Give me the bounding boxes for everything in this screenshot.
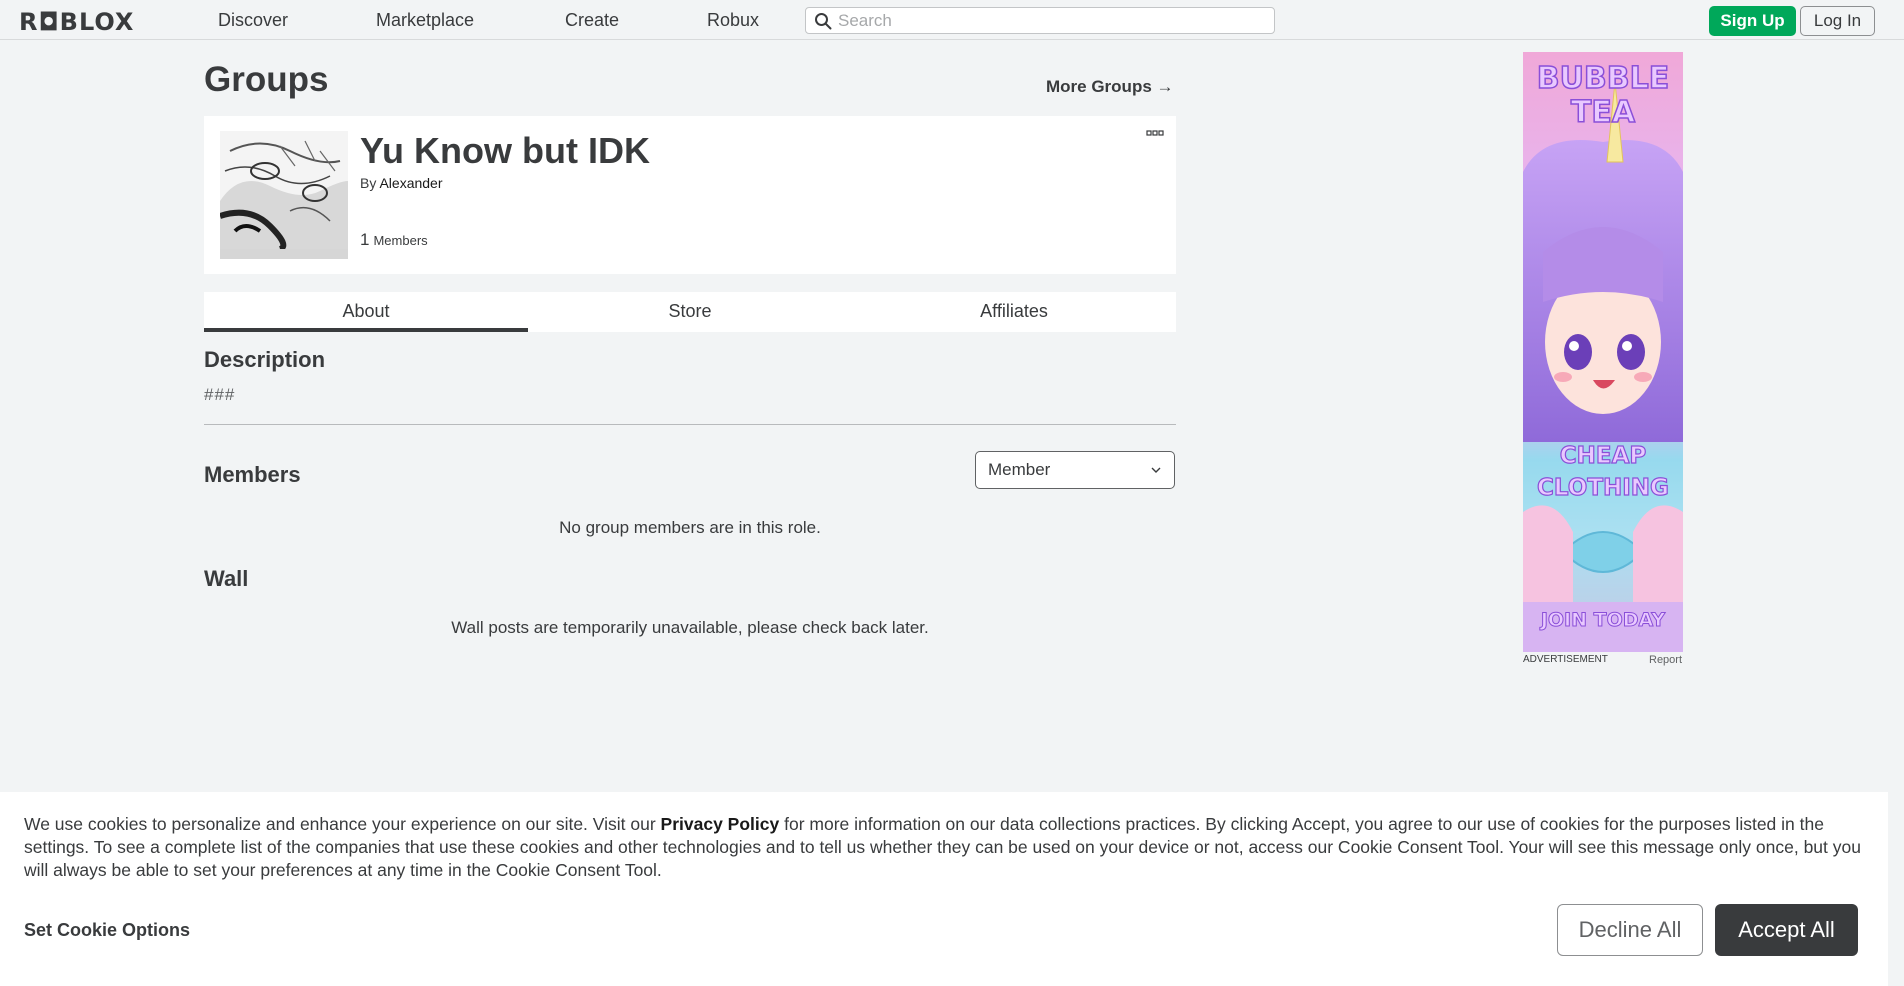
page-title: Groups: [204, 60, 329, 99]
description-heading: Description: [204, 347, 326, 372]
more-groups-label: More Groups: [1046, 77, 1152, 96]
group-owner-link[interactable]: Alexander: [379, 175, 442, 191]
cookie-consent-banner: We use cookies to personalize and enhanc…: [0, 792, 1888, 986]
arrow-right-icon: →: [1156, 77, 1174, 96]
roblox-logo[interactable]: R◘BLOX: [19, 8, 134, 36]
description-text: ###: [204, 385, 236, 404]
privacy-policy-link[interactable]: Privacy Policy: [661, 814, 780, 834]
decline-all-button[interactable]: Decline All: [1557, 904, 1703, 956]
role-dropdown-value: Member: [988, 460, 1051, 479]
log-in-button[interactable]: Log In: [1800, 6, 1875, 36]
group-emblem-image: [220, 131, 348, 259]
ad-headline: BUBBLE TEA: [1523, 61, 1683, 131]
wall-message: Wall posts are temporarily unavailable, …: [451, 618, 929, 637]
ad-headline-line1: BUBBLE: [1536, 61, 1670, 97]
accept-all-button[interactable]: Accept All: [1715, 904, 1858, 956]
advertisement-banner[interactable]: BUBBLE TEA CHEAP CLOTHING JOIN TODAY: [1523, 52, 1683, 652]
nav-marketplace[interactable]: Marketplace: [376, 10, 474, 31]
nav-create[interactable]: Create: [565, 10, 619, 31]
cookie-message: We use cookies to personalize and enhanc…: [24, 813, 1874, 882]
tab-affiliates[interactable]: Affiliates: [852, 292, 1176, 332]
members-heading: Members: [204, 462, 301, 487]
tab-about[interactable]: About: [204, 292, 528, 332]
group-tabs: About Store Affiliates: [204, 292, 1176, 332]
member-count-value: 1: [360, 230, 370, 249]
ad-subheadline: CHEAP CLOTHING: [1523, 440, 1683, 504]
set-cookie-options-link[interactable]: Set Cookie Options: [24, 920, 190, 941]
chevron-down-icon: [1151, 467, 1161, 473]
role-dropdown[interactable]: Member: [975, 451, 1175, 489]
search-icon[interactable]: [814, 12, 832, 30]
group-header-card: Yu Know but IDK By Alexander 1 Members: [204, 116, 1176, 274]
group-owner-line: By Alexander: [360, 175, 443, 191]
ad-subheadline-line1: CHEAP: [1559, 442, 1647, 469]
more-groups-link[interactable]: More Groups →: [1046, 77, 1174, 97]
ad-cta: JOIN TODAY: [1540, 609, 1666, 632]
tab-store[interactable]: Store: [528, 292, 852, 332]
ad-subheadline-line2: CLOTHING: [1536, 474, 1669, 501]
wall-heading: Wall: [204, 566, 249, 591]
search-input[interactable]: [838, 10, 1258, 32]
more-options-icon[interactable]: [1146, 130, 1164, 138]
member-count: 1 Members: [360, 230, 428, 250]
member-count-label: Members: [373, 233, 428, 248]
by-label: By: [360, 175, 377, 191]
sign-up-button[interactable]: Sign Up: [1709, 6, 1796, 36]
cookie-message-part1: We use cookies to personalize and enhanc…: [24, 814, 661, 834]
nav-robux[interactable]: Robux: [707, 10, 759, 31]
nav-discover[interactable]: Discover: [218, 10, 288, 31]
ad-report-link[interactable]: Report: [1649, 654, 1682, 666]
members-empty-message: No group members are in this role.: [559, 518, 821, 537]
divider: [204, 424, 1176, 425]
search-box: [805, 7, 1275, 34]
group-name: Yu Know but IDK: [360, 130, 650, 171]
ad-headline-line2: TEA: [1570, 95, 1636, 131]
advertisement-label: ADVERTISEMENT: [1523, 654, 1608, 665]
top-navigation-bar: R◘BLOX Discover Marketplace Create Robux…: [0, 0, 1904, 40]
